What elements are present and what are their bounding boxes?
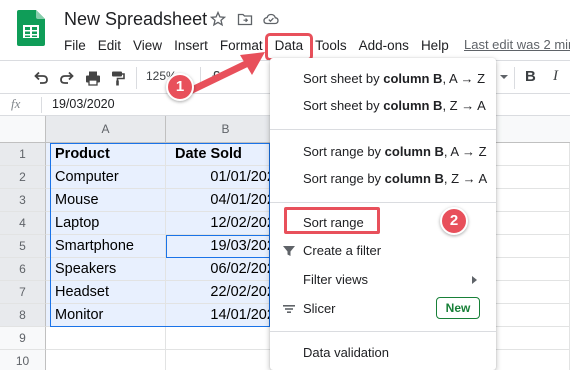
- spreadsheet-window: New Spreadsheet File Edit View Insert Fo…: [0, 0, 570, 370]
- menu-sort-range-a-z-order: , A → Z: [443, 144, 487, 159]
- row-header[interactable]: 3: [0, 189, 46, 212]
- sheets-logo-icon[interactable]: [17, 10, 45, 46]
- currency-format-button[interactable]: £: [212, 68, 220, 85]
- grid-cell[interactable]: 14/01/2020: [166, 304, 286, 327]
- menu-create-filter[interactable]: Create a filter: [270, 237, 496, 265]
- menu-filter-views[interactable]: Filter views: [270, 266, 496, 294]
- menu-tools[interactable]: Tools: [309, 37, 353, 57]
- menu-sort-range-z-a-order: , Z → A: [443, 171, 488, 186]
- grid-cell[interactable]: [166, 327, 286, 350]
- redo-icon[interactable]: [58, 69, 76, 87]
- grid-cell[interactable]: Smartphone: [46, 235, 166, 258]
- grid-cell[interactable]: Headset: [46, 281, 166, 304]
- row-header[interactable]: 6: [0, 258, 46, 281]
- row-header[interactable]: 1: [0, 143, 46, 166]
- toolbar-divider: [200, 67, 201, 89]
- grid-cell[interactable]: [166, 350, 286, 370]
- menu-sort-sheet-z-a-column: column B: [383, 98, 443, 113]
- menu-view[interactable]: View: [127, 37, 168, 57]
- grid-cell[interactable]: 04/01/2020: [166, 189, 286, 212]
- menu-sort-range-z-a-column: column B: [384, 171, 444, 186]
- last-edit-link[interactable]: Last edit was 2 min: [464, 37, 570, 52]
- menu-data-validation[interactable]: Data validation: [270, 339, 496, 367]
- step-1-badge: 1: [166, 73, 194, 101]
- menu-sort-sheet-a-z-order: , A → Z: [442, 71, 486, 86]
- menu-slicer[interactable]: Slicer New: [270, 295, 496, 323]
- bold-button[interactable]: B: [525, 68, 536, 85]
- menu-divider: [270, 202, 496, 203]
- grid-cell[interactable]: 19/03/2020: [166, 235, 286, 258]
- menu-data-validation-label: Data validation: [303, 345, 389, 360]
- undo-icon[interactable]: [32, 69, 50, 87]
- star-icon[interactable]: [210, 11, 226, 27]
- menu-sort-sheet-a-z[interactable]: Sort sheet by column B, A → Z: [270, 65, 496, 93]
- grid-cell[interactable]: [46, 327, 166, 350]
- row-header[interactable]: 8: [0, 304, 46, 327]
- paint-format-icon[interactable]: [109, 69, 127, 87]
- menu-format[interactable]: Format: [214, 37, 269, 57]
- menu-edit[interactable]: Edit: [92, 37, 127, 57]
- grid-cell[interactable]: Mouse: [46, 189, 166, 212]
- menu-sort-sheet-z-a-order: , Z → A: [442, 98, 486, 113]
- filter-icon: [283, 246, 295, 256]
- cloud-saved-icon[interactable]: [263, 11, 279, 27]
- grid-cell[interactable]: 22/02/2020: [166, 281, 286, 304]
- menu-sort-range-z-a-label: Sort range by: [303, 171, 385, 186]
- document-title[interactable]: New Spreadsheet: [64, 9, 207, 30]
- menu-file[interactable]: File: [58, 37, 92, 57]
- column-header-b[interactable]: B: [166, 116, 286, 143]
- print-icon[interactable]: [84, 69, 102, 87]
- formula-input[interactable]: 19/03/2020: [52, 97, 115, 111]
- move-to-folder-icon[interactable]: [237, 11, 253, 27]
- menu-divider: [270, 331, 496, 332]
- menu-create-filter-label: Create a filter: [303, 243, 382, 258]
- submenu-chevron-right-icon: [472, 276, 477, 284]
- menu-sort-range-z-a[interactable]: Sort range by column B, Z → A: [270, 165, 496, 193]
- grid-cell[interactable]: [46, 350, 166, 370]
- grid-cell[interactable]: Date Sold: [166, 143, 286, 166]
- new-badge: New: [436, 297, 480, 319]
- toolbar-divider: [136, 67, 137, 89]
- step-2-badge: 2: [440, 207, 468, 235]
- row-header[interactable]: 9: [0, 327, 46, 350]
- row-header[interactable]: 7: [0, 281, 46, 304]
- menu-sort-range-a-z[interactable]: Sort range by column B, A → Z: [270, 138, 496, 166]
- grid-cell[interactable]: Speakers: [46, 258, 166, 281]
- grid-cell[interactable]: Computer: [46, 166, 166, 189]
- menu-divider: [270, 129, 496, 130]
- formula-divider: [41, 97, 42, 113]
- menu-sort-sheet-z-a-label: Sort sheet by: [303, 98, 384, 113]
- row-header[interactable]: 2: [0, 166, 46, 189]
- menu-sort-range-a-z-label: Sort range by: [303, 144, 385, 159]
- select-all-corner[interactable]: [0, 116, 46, 143]
- menu-sort-sheet-z-a[interactable]: Sort sheet by column B, Z → A: [270, 92, 496, 120]
- toolbar-divider: [514, 67, 515, 89]
- menu-help[interactable]: Help: [415, 37, 455, 57]
- font-size-chevron-down-icon[interactable]: [500, 75, 508, 79]
- menu-data[interactable]: Data: [264, 33, 314, 61]
- menu-slicer-label: Slicer: [303, 301, 336, 316]
- grid-cell[interactable]: 01/01/2020: [166, 166, 286, 189]
- italic-button[interactable]: I: [553, 68, 558, 85]
- slicer-icon: [283, 305, 295, 313]
- menu-sort-range-a-z-column: column B: [384, 144, 444, 159]
- menu-bar: File Edit View Insert Format Data Tools …: [58, 33, 455, 61]
- row-header[interactable]: 5: [0, 235, 46, 258]
- grid-cell[interactable]: 12/02/2020: [166, 212, 286, 235]
- menu-insert[interactable]: Insert: [168, 37, 214, 57]
- fx-icon: fx: [11, 96, 21, 111]
- row-header[interactable]: 4: [0, 212, 46, 235]
- menu-sort-range-label: Sort range: [303, 215, 364, 230]
- menu-sort-sheet-a-z-column: column B: [383, 71, 443, 86]
- grid-cell[interactable]: Monitor: [46, 304, 166, 327]
- column-header-a[interactable]: A: [46, 116, 166, 143]
- grid-cell[interactable]: Product: [46, 143, 166, 166]
- row-header[interactable]: 10: [0, 350, 46, 370]
- grid-cell[interactable]: 06/02/2020: [166, 258, 286, 281]
- menu-filter-views-label: Filter views: [303, 272, 369, 287]
- menu-sort-sheet-a-z-label: Sort sheet by: [303, 71, 384, 86]
- grid-cell[interactable]: Laptop: [46, 212, 166, 235]
- menu-add-ons[interactable]: Add-ons: [353, 37, 415, 57]
